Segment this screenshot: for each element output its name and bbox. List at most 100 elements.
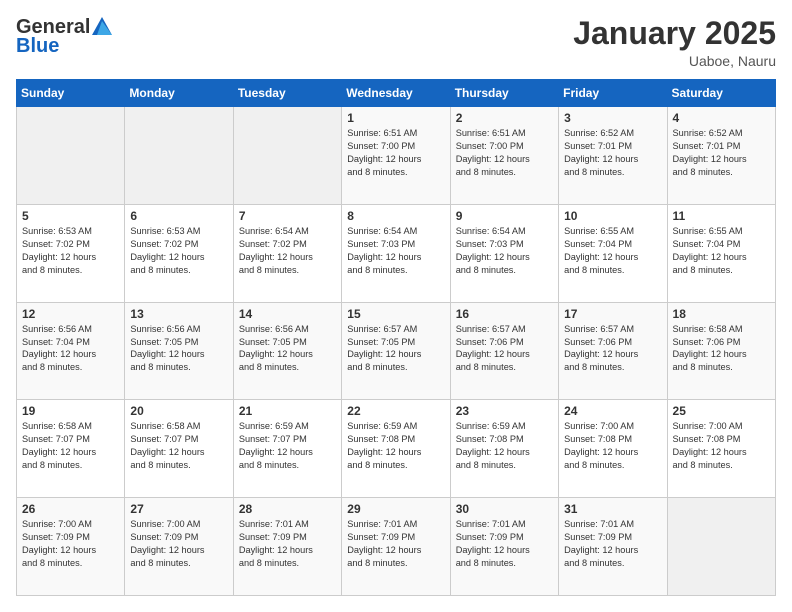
- calendar-cell: 16 Sunrise: 6:57 AM Sunset: 7:06 PM Dayli…: [450, 302, 558, 400]
- weekday-header-tuesday: Tuesday: [233, 80, 341, 107]
- day-info: Sunrise: 7:01 AM Sunset: 7:09 PM Dayligh…: [564, 518, 661, 570]
- calendar-cell: 26 Sunrise: 7:00 AM Sunset: 7:09 PM Dayli…: [17, 498, 125, 596]
- day-number: 6: [130, 209, 227, 223]
- day-info: Sunrise: 7:00 AM Sunset: 7:08 PM Dayligh…: [564, 420, 661, 472]
- day-info: Sunrise: 6:59 AM Sunset: 7:08 PM Dayligh…: [456, 420, 553, 472]
- day-number: 28: [239, 502, 336, 516]
- day-info: Sunrise: 6:58 AM Sunset: 7:07 PM Dayligh…: [22, 420, 119, 472]
- day-info: Sunrise: 7:00 AM Sunset: 7:09 PM Dayligh…: [22, 518, 119, 570]
- calendar-cell: 7Sunrise: 6:54 AM Sunset: 7:02 PM Daylig…: [233, 204, 341, 302]
- calendar-week-3: 12 Sunrise: 6:56 AM Sunset: 7:04 PM Dayli…: [17, 302, 776, 400]
- day-info: Sunrise: 6:54 AM Sunset: 7:03 PM Dayligh…: [347, 225, 444, 277]
- day-info: Sunrise: 6:56 AM Sunset: 7:04 PM Dayligh…: [22, 323, 119, 375]
- calendar-cell: 6 Sunrise: 6:53 AM Sunset: 7:02 PM Daylig…: [125, 204, 233, 302]
- calendar-cell: [125, 107, 233, 205]
- day-number: 19: [22, 404, 119, 418]
- calendar-cell: 13Sunrise: 6:56 AM Sunset: 7:05 PM Dayli…: [125, 302, 233, 400]
- day-info: Sunrise: 6:56 AM Sunset: 7:05 PM Dayligh…: [130, 323, 227, 375]
- day-info: Sunrise: 6:59 AM Sunset: 7:07 PM Dayligh…: [239, 420, 336, 472]
- day-number: 31: [564, 502, 661, 516]
- calendar-cell: 18Sunrise: 6:58 AM Sunset: 7:06 PM Dayli…: [667, 302, 775, 400]
- day-info: Sunrise: 7:00 AM Sunset: 7:09 PM Dayligh…: [130, 518, 227, 570]
- calendar-cell: 9 Sunrise: 6:54 AM Sunset: 7:03 PM Daylig…: [450, 204, 558, 302]
- day-number: 4: [673, 111, 770, 125]
- day-info: Sunrise: 6:53 AM Sunset: 7:02 PM Dayligh…: [130, 225, 227, 277]
- day-info: Sunrise: 6:51 AM Sunset: 7:00 PM Dayligh…: [456, 127, 553, 179]
- day-number: 18: [673, 307, 770, 321]
- day-number: 30: [456, 502, 553, 516]
- calendar-cell: 5 Sunrise: 6:53 AM Sunset: 7:02 PM Daylig…: [17, 204, 125, 302]
- day-info: Sunrise: 6:57 AM Sunset: 7:06 PM Dayligh…: [564, 323, 661, 375]
- day-number: 27: [130, 502, 227, 516]
- day-number: 15: [347, 307, 444, 321]
- day-number: 11: [673, 209, 770, 223]
- day-number: 22: [347, 404, 444, 418]
- logo-icon: [92, 17, 112, 35]
- calendar-cell: 11 Sunrise: 6:55 AM Sunset: 7:04 PM Dayli…: [667, 204, 775, 302]
- header: General Blue January 2025 Uaboe, Nauru: [16, 16, 776, 69]
- day-number: 7: [239, 209, 336, 223]
- day-info: Sunrise: 7:01 AM Sunset: 7:09 PM Dayligh…: [347, 518, 444, 570]
- calendar-cell: 28 Sunrise: 7:01 AM Sunset: 7:09 PM Dayli…: [233, 498, 341, 596]
- calendar-cell: 14Sunrise: 6:56 AM Sunset: 7:05 PM Dayli…: [233, 302, 341, 400]
- day-info: Sunrise: 6:58 AM Sunset: 7:07 PM Dayligh…: [130, 420, 227, 472]
- calendar-week-2: 5 Sunrise: 6:53 AM Sunset: 7:02 PM Daylig…: [17, 204, 776, 302]
- day-number: 12: [22, 307, 119, 321]
- day-number: 23: [456, 404, 553, 418]
- calendar-cell: 31 Sunrise: 7:01 AM Sunset: 7:09 PM Dayli…: [559, 498, 667, 596]
- day-number: 10: [564, 209, 661, 223]
- day-info: Sunrise: 7:01 AM Sunset: 7:09 PM Dayligh…: [239, 518, 336, 570]
- calendar-week-5: 26 Sunrise: 7:00 AM Sunset: 7:09 PM Dayli…: [17, 498, 776, 596]
- weekday-header-row: SundayMondayTuesdayWednesdayThursdayFrid…: [17, 80, 776, 107]
- calendar-cell: [667, 498, 775, 596]
- day-number: 5: [22, 209, 119, 223]
- day-info: Sunrise: 6:53 AM Sunset: 7:02 PM Dayligh…: [22, 225, 119, 277]
- calendar-cell: [233, 107, 341, 205]
- day-number: 16: [456, 307, 553, 321]
- day-number: 17: [564, 307, 661, 321]
- day-number: 3: [564, 111, 661, 125]
- calendar-cell: 23 Sunrise: 6:59 AM Sunset: 7:08 PM Dayli…: [450, 400, 558, 498]
- calendar-cell: 21 Sunrise: 6:59 AM Sunset: 7:07 PM Dayli…: [233, 400, 341, 498]
- title-area: January 2025 Uaboe, Nauru: [573, 16, 776, 69]
- weekday-header-friday: Friday: [559, 80, 667, 107]
- day-number: 21: [239, 404, 336, 418]
- calendar-cell: 1Sunrise: 6:51 AM Sunset: 7:00 PM Daylig…: [342, 107, 450, 205]
- calendar-cell: 22Sunrise: 6:59 AM Sunset: 7:08 PM Dayli…: [342, 400, 450, 498]
- calendar-cell: 17 Sunrise: 6:57 AM Sunset: 7:06 PM Dayli…: [559, 302, 667, 400]
- month-title: January 2025: [573, 16, 776, 51]
- calendar-week-1: 1Sunrise: 6:51 AM Sunset: 7:00 PM Daylig…: [17, 107, 776, 205]
- weekday-header-thursday: Thursday: [450, 80, 558, 107]
- calendar-cell: 2 Sunrise: 6:51 AM Sunset: 7:00 PM Daylig…: [450, 107, 558, 205]
- calendar-cell: 12 Sunrise: 6:56 AM Sunset: 7:04 PM Dayli…: [17, 302, 125, 400]
- day-info: Sunrise: 6:54 AM Sunset: 7:03 PM Dayligh…: [456, 225, 553, 277]
- day-number: 2: [456, 111, 553, 125]
- calendar-week-4: 19 Sunrise: 6:58 AM Sunset: 7:07 PM Dayli…: [17, 400, 776, 498]
- calendar-cell: 3Sunrise: 6:52 AM Sunset: 7:01 PM Daylig…: [559, 107, 667, 205]
- calendar-cell: 8 Sunrise: 6:54 AM Sunset: 7:03 PM Daylig…: [342, 204, 450, 302]
- logo: General Blue: [16, 16, 112, 58]
- day-info: Sunrise: 7:01 AM Sunset: 7:09 PM Dayligh…: [456, 518, 553, 570]
- calendar-cell: 19 Sunrise: 6:58 AM Sunset: 7:07 PM Dayli…: [17, 400, 125, 498]
- day-info: Sunrise: 6:55 AM Sunset: 7:04 PM Dayligh…: [673, 225, 770, 277]
- calendar-cell: 27 Sunrise: 7:00 AM Sunset: 7:09 PM Dayli…: [125, 498, 233, 596]
- day-number: 24: [564, 404, 661, 418]
- day-number: 26: [22, 502, 119, 516]
- calendar-cell: 25Sunrise: 7:00 AM Sunset: 7:08 PM Dayli…: [667, 400, 775, 498]
- weekday-header-sunday: Sunday: [17, 80, 125, 107]
- calendar-cell: 4Sunrise: 6:52 AM Sunset: 7:01 PM Daylig…: [667, 107, 775, 205]
- calendar-cell: 24 Sunrise: 7:00 AM Sunset: 7:08 PM Dayli…: [559, 400, 667, 498]
- weekday-header-wednesday: Wednesday: [342, 80, 450, 107]
- day-info: Sunrise: 6:57 AM Sunset: 7:06 PM Dayligh…: [456, 323, 553, 375]
- day-number: 14: [239, 307, 336, 321]
- day-info: Sunrise: 7:00 AM Sunset: 7:08 PM Dayligh…: [673, 420, 770, 472]
- calendar-cell: 15 Sunrise: 6:57 AM Sunset: 7:05 PM Dayli…: [342, 302, 450, 400]
- logo-blue: Blue: [16, 35, 59, 58]
- day-number: 9: [456, 209, 553, 223]
- calendar-cell: [17, 107, 125, 205]
- page: General Blue January 2025 Uaboe, Nauru S…: [0, 0, 792, 612]
- calendar-cell: 30 Sunrise: 7:01 AM Sunset: 7:09 PM Dayli…: [450, 498, 558, 596]
- day-number: 29: [347, 502, 444, 516]
- day-info: Sunrise: 6:57 AM Sunset: 7:05 PM Dayligh…: [347, 323, 444, 375]
- day-number: 8: [347, 209, 444, 223]
